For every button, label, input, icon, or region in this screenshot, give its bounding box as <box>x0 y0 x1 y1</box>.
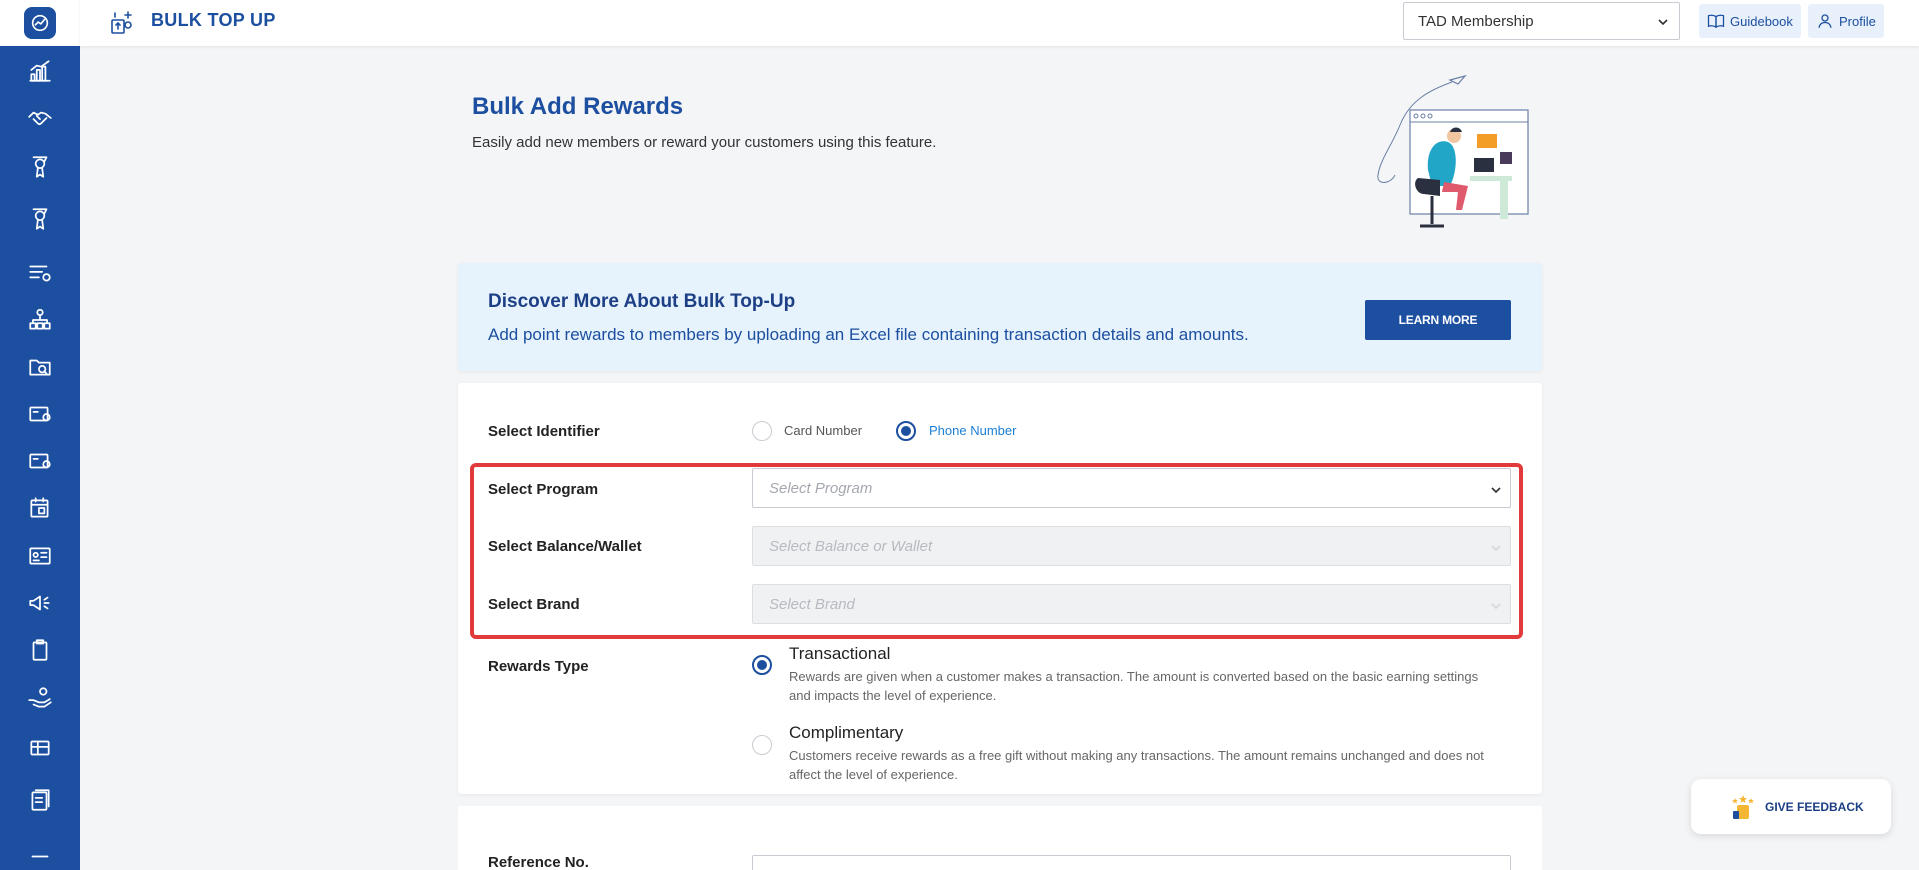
trophy-icon <box>32 156 48 178</box>
complimentary-radio[interactable] <box>752 735 772 755</box>
list-settings-icon <box>29 265 51 282</box>
banner-subtitle: Add point rewards to members by uploadin… <box>488 325 1249 344</box>
sidebar <box>0 0 80 870</box>
phone-number-label: Phone Number <box>929 423 1017 438</box>
more-icon <box>31 855 49 858</box>
program-label: Select Program <box>488 481 599 498</box>
discover-banner: Discover More About Bulk Top-Up Add poin… <box>458 263 1542 371</box>
sidebar-item-files[interactable] <box>0 347 80 387</box>
sidebar-item-vouchers[interactable] <box>0 728 80 768</box>
program-select[interactable]: Select Program <box>752 468 1511 508</box>
hand-coins-icon <box>28 687 52 708</box>
sidebar-item-campaigns[interactable] <box>0 583 80 623</box>
wallet-select[interactable]: Select Balance or Wallet <box>752 526 1511 566</box>
sidebar-item-organization[interactable] <box>0 300 80 340</box>
chevron-down-icon <box>1491 545 1501 552</box>
transactional-radio[interactable] <box>752 655 772 675</box>
transactional-title: Transactional <box>789 644 891 663</box>
sidebar-item-analytics[interactable] <box>0 51 80 91</box>
membership-select[interactable]: TAD Membership <box>1403 2 1680 40</box>
identifier-label: Select Identifier <box>488 423 600 440</box>
phone-number-radio[interactable] <box>896 421 916 441</box>
card-number-label: Card Number <box>784 423 863 438</box>
id-card-icon <box>29 547 51 565</box>
top-header: BULK TOP UP TAD Membership Guidebook Pro… <box>80 0 1919 46</box>
chevron-down-icon <box>1491 487 1501 494</box>
reference-section: Reference No. <box>458 806 1542 870</box>
learn-more-button[interactable]: LEARN MORE <box>1365 300 1511 340</box>
chart-icon <box>29 60 51 82</box>
rewards-type-label: Rewards Type <box>488 658 589 675</box>
transactional-description: Rewards are given when a customer makes … <box>789 669 1479 703</box>
logo-container <box>0 0 80 46</box>
card-settings-icon <box>29 453 51 469</box>
sidebar-item-rewards[interactable] <box>0 147 80 187</box>
megaphone-icon <box>29 595 50 611</box>
bulk-upload-icon <box>111 11 132 34</box>
banner-title: Discover More About Bulk Top-Up <box>488 291 796 312</box>
chevron-down-icon <box>1491 603 1501 610</box>
section-title: Bulk Add Rewards <box>472 93 684 120</box>
page-title: BULK TOP UP <box>151 10 276 30</box>
give-feedback-button[interactable]: GIVE FEEDBACK <box>1691 779 1891 834</box>
profile-button[interactable]: Profile <box>1808 4 1884 38</box>
sidebar-item-reports[interactable] <box>0 780 80 820</box>
sidebar-item-cards[interactable] <box>0 394 80 434</box>
brand-select[interactable]: Select Brand <box>752 584 1511 624</box>
medal-icon <box>32 208 48 230</box>
sidebar-item-redemptions[interactable] <box>0 678 80 718</box>
wallet-label: Select Balance/Wallet <box>488 538 642 555</box>
sidebar-item-tasks[interactable] <box>0 630 80 670</box>
clipboard-icon <box>32 639 48 661</box>
reference-label: Reference No. <box>488 854 589 870</box>
profile-label: Profile <box>1839 13 1876 29</box>
sidebar-item-card-settings[interactable] <box>0 441 80 481</box>
give-feedback-label: GIVE FEEDBACK <box>1765 799 1864 814</box>
sidebar-item-calendar[interactable] <box>0 488 80 528</box>
card-number-radio[interactable] <box>752 421 772 441</box>
handshake-icon <box>28 111 52 126</box>
program-select-placeholder: Select Program <box>769 480 873 497</box>
sidebar-item-tiers[interactable] <box>0 199 80 239</box>
bulk-reward-form: Select Identifier Card Number Phone Numb… <box>458 383 1542 794</box>
folder-search-icon <box>29 359 51 376</box>
guidebook-label: Guidebook <box>1730 13 1793 29</box>
sidebar-item-more[interactable] <box>0 830 80 870</box>
complimentary-description: Customers receive rewards as a free gift… <box>789 748 1484 782</box>
developer-illustration <box>1377 74 1529 228</box>
user-icon <box>1818 14 1832 28</box>
sidebar-item-partners[interactable] <box>0 98 80 138</box>
sidebar-item-rules[interactable] <box>0 253 80 293</box>
feedback-icon <box>1732 794 1754 819</box>
calendar-icon <box>30 497 49 518</box>
brand-label: Select Brand <box>488 596 580 613</box>
hierarchy-icon <box>29 308 51 330</box>
book-icon <box>1707 14 1725 29</box>
membership-select-value: TAD Membership <box>1418 13 1534 30</box>
document-icon <box>31 789 50 811</box>
app-logo[interactable] <box>24 7 56 39</box>
gift-card-icon <box>30 740 50 756</box>
section-subtitle: Easily add new members or reward your cu… <box>472 134 937 151</box>
complimentary-title: Complimentary <box>789 723 904 742</box>
wallet-select-placeholder: Select Balance or Wallet <box>769 538 933 555</box>
guidebook-button[interactable]: Guidebook <box>1699 4 1801 38</box>
brand-select-placeholder: Select Brand <box>769 596 855 613</box>
card-icon <box>29 406 51 422</box>
chevron-down-icon <box>1658 19 1668 26</box>
sidebar-item-members[interactable] <box>0 536 80 576</box>
reference-input[interactable] <box>752 855 1511 870</box>
